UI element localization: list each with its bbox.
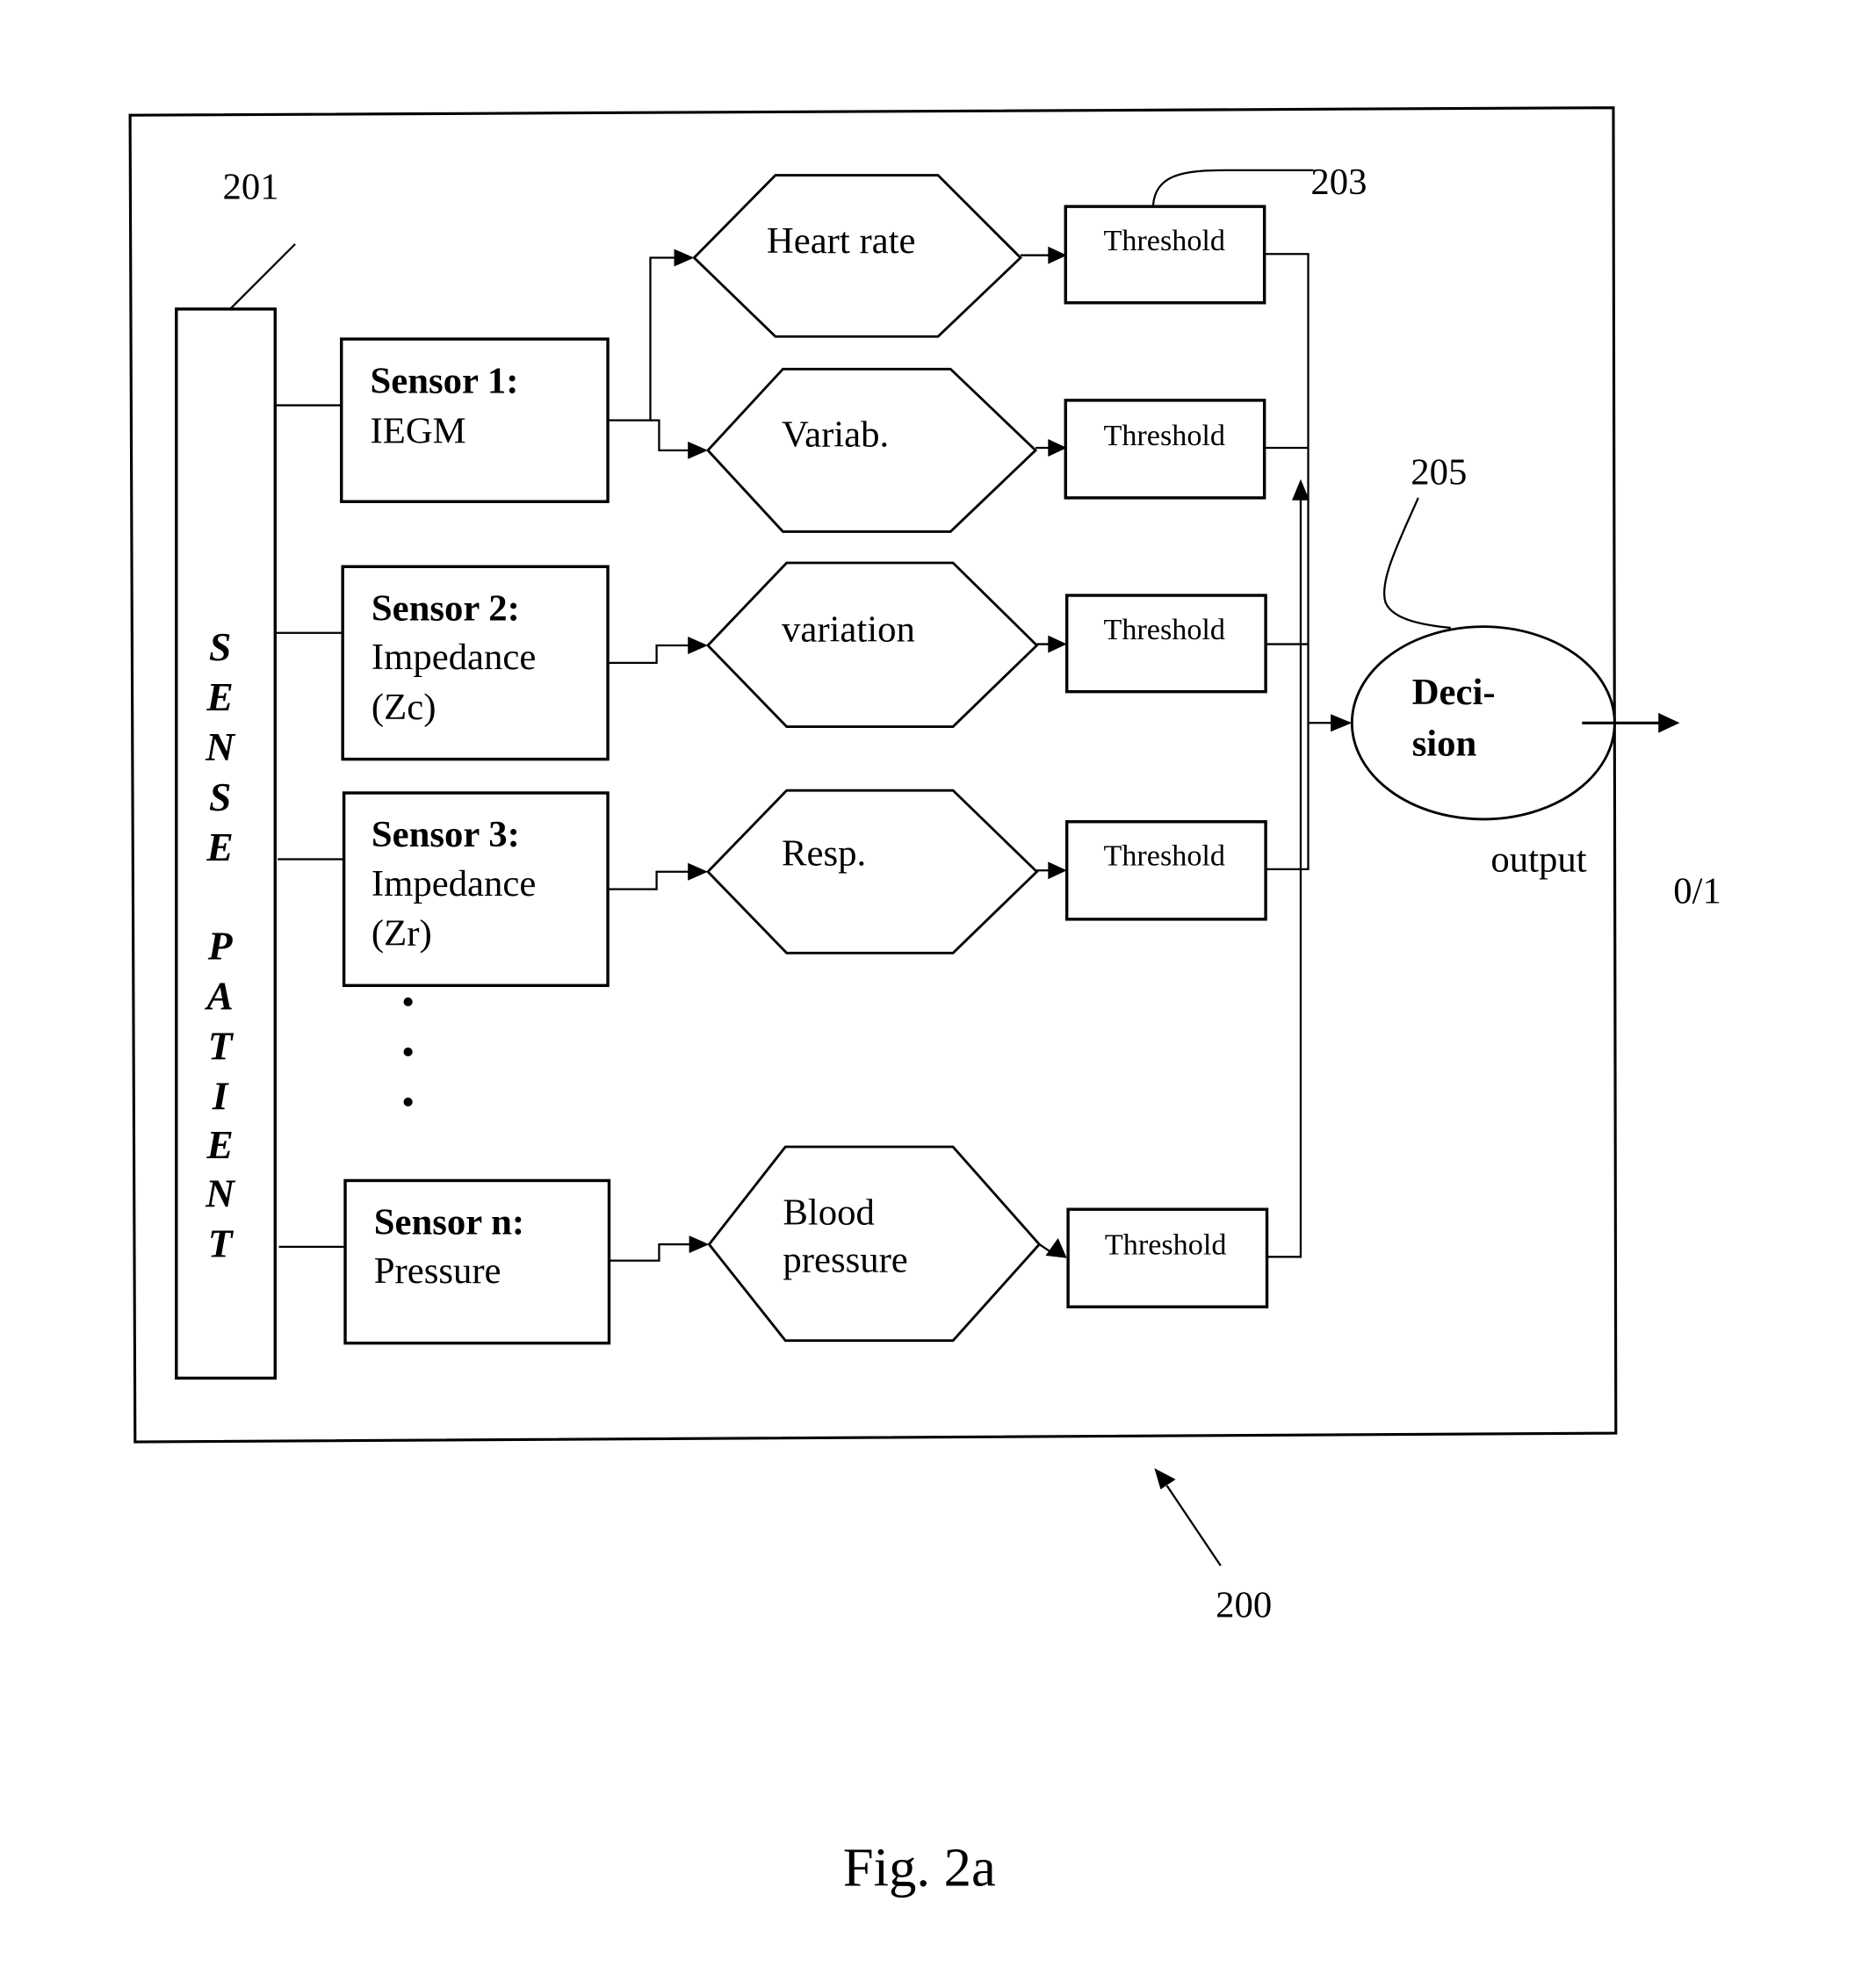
feature-variation: variation <box>706 561 1039 728</box>
threshold-box-3: Threshold <box>1064 594 1267 694</box>
threshold-box-1: Threshold <box>1064 205 1266 305</box>
threshold-label: Threshold <box>1103 225 1225 257</box>
vert-letter: N <box>205 724 236 769</box>
feature-to-threshold-arrows <box>1020 246 1067 1258</box>
feature-label: pressure <box>783 1239 907 1280</box>
ref-201: 201 <box>222 167 278 208</box>
ellipsis-dots: • • • <box>401 982 415 1123</box>
feature-variability: Variab. <box>706 367 1038 533</box>
feature-label: Heart rate <box>767 220 916 262</box>
feature-label: Resp. <box>782 833 866 875</box>
ref-203: 203 <box>1310 162 1367 203</box>
threshold-label: Threshold <box>1105 1228 1227 1261</box>
sensor-box-2: Sensor 2: Impedance (Zc) <box>341 565 610 761</box>
threshold-box-4: Threshold <box>1064 820 1267 921</box>
figure-caption: Fig. 2a <box>843 1837 996 1898</box>
ref-205: 205 <box>1411 451 1467 493</box>
vert-letter: P <box>207 923 234 968</box>
vert-letter: E <box>206 1122 233 1167</box>
dot: • <box>401 1082 415 1123</box>
decision-node: Deci- sion <box>1350 625 1616 821</box>
vert-letter: N <box>205 1171 236 1215</box>
ref-205-leader <box>1383 497 1451 630</box>
sensor-box-3: Sensor 3: Impedance (Zr) <box>342 791 610 988</box>
threshold-box-2: Threshold <box>1064 399 1266 500</box>
sensor-type: (Zr) <box>372 913 432 954</box>
ref-203-leader <box>1151 169 1314 205</box>
decision-label: Deci- <box>1412 672 1496 713</box>
ref-200-arrow <box>1154 1467 1222 1567</box>
threshold-label: Threshold <box>1103 840 1225 873</box>
output-label: output <box>1490 839 1586 881</box>
feature-label: variation <box>782 609 915 651</box>
threshold-label: Threshold <box>1103 614 1225 646</box>
feature-blood-pressure: Blood pressure <box>707 1145 1042 1343</box>
vert-letter: S <box>209 624 231 669</box>
vert-letter: S <box>209 774 231 819</box>
vert-letter: T <box>208 1221 234 1265</box>
sensor-title: Sensor 1: <box>371 360 519 401</box>
sensor-type: (Zc) <box>372 687 437 728</box>
vert-letter: T <box>208 1023 234 1068</box>
threshold-box-5: Threshold <box>1066 1207 1269 1308</box>
feature-label: Variab. <box>782 414 889 456</box>
sensor-title: Sensor 2: <box>372 587 520 629</box>
feature-respiration: Resp. <box>706 789 1039 954</box>
ref-201-leader <box>229 243 296 310</box>
vert-letter: E <box>206 825 233 869</box>
threshold-collector-bus <box>1264 253 1353 1258</box>
vert-letter: E <box>206 674 233 719</box>
vert-letter: I <box>212 1073 230 1118</box>
feature-label: Blood <box>783 1192 874 1233</box>
sensor-type: Pressure <box>374 1250 501 1292</box>
patent-diagram: 201 S E N S E P A T I E N T Sensor 1: IE… <box>128 106 1721 1898</box>
threshold-label: Threshold <box>1103 420 1225 452</box>
sensor-to-feature-connectors <box>608 249 710 1262</box>
sensor-type: Impedance <box>372 863 536 904</box>
sensor-type: Impedance <box>372 637 536 678</box>
feature-heart-rate: Heart rate <box>692 174 1023 338</box>
sensor-title: Sensor n: <box>374 1202 524 1243</box>
sensor-type: IEGM <box>371 410 466 451</box>
output-value: 0/1 <box>1673 870 1721 911</box>
vert-letter: A <box>204 973 233 1018</box>
dot: • <box>401 1032 415 1073</box>
decision-label: sion <box>1412 723 1477 764</box>
dot: • <box>401 982 415 1023</box>
sensor-box-1: Sensor 1: IEGM <box>340 337 610 503</box>
sensor-box-n: Sensor n: Pressure <box>343 1178 611 1345</box>
ref-200: 200 <box>1216 1584 1272 1625</box>
sensor-title: Sensor 3: <box>372 814 520 855</box>
